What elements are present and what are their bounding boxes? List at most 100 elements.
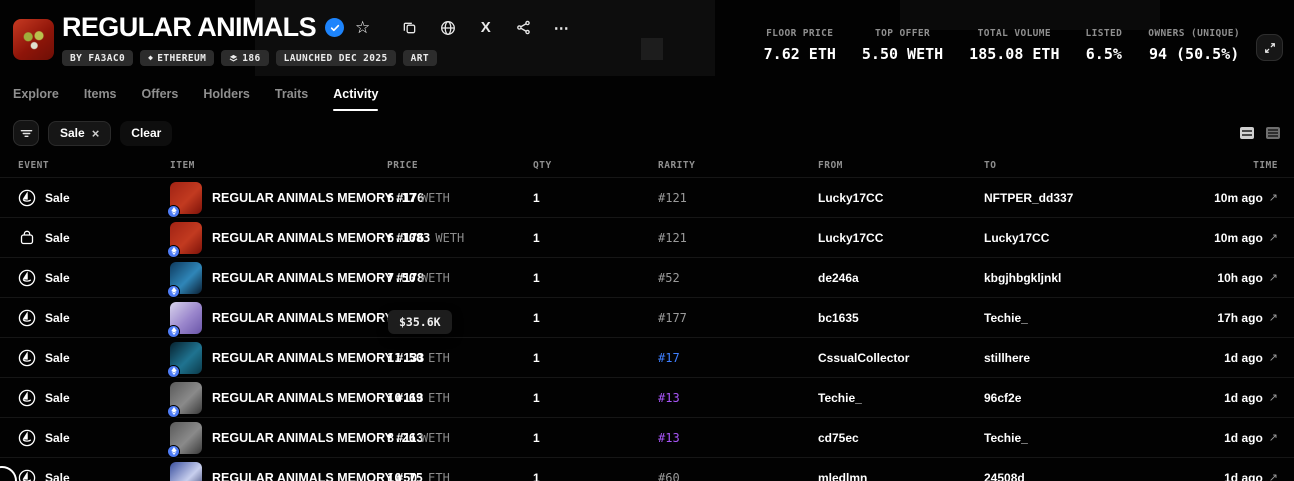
- filter-chip-sale[interactable]: Sale ×: [48, 121, 111, 146]
- external-link-icon: ↗: [1269, 311, 1278, 324]
- filter-bar: Sale × Clear: [0, 120, 1294, 146]
- to-account-link[interactable]: stillhere: [984, 351, 1160, 365]
- to-account-link[interactable]: Lucky17CC: [984, 231, 1160, 245]
- table-row[interactable]: Sale REGULAR ANIMALS MEMORY #113 10.69ET…: [0, 377, 1294, 417]
- price-value: 8.26: [387, 431, 416, 445]
- launched-badge[interactable]: LAUNCHED DEC 2025: [276, 50, 396, 66]
- item-thumbnail: [170, 262, 202, 294]
- ethereum-icon: ◆: [148, 54, 153, 62]
- chain-badge[interactable]: ◆ ETHEREUM: [140, 50, 214, 66]
- rarity-value: #60: [658, 471, 680, 481]
- price-value: 6.17: [387, 191, 416, 205]
- event-type-label: Sale: [45, 431, 70, 445]
- time-value: 1d ago: [1224, 471, 1263, 481]
- item-thumbnail: [170, 382, 202, 414]
- compact-view-toggle-icon[interactable]: [1264, 125, 1281, 142]
- stat-top-offer: TOP OFFER 5.50 WETH: [862, 28, 943, 63]
- x-twitter-icon[interactable]: X: [477, 19, 494, 36]
- table-row[interactable]: Sale REGULAR ANIMALS MEMORY #113 8.26 WET…: [0, 417, 1294, 457]
- event-type-label: Sale: [45, 191, 70, 205]
- from-account-link[interactable]: Techie_: [818, 391, 984, 405]
- collection-stats: FLOOR PRICE 7.62 ETH TOP OFFER 5.50 WETH…: [764, 28, 1240, 63]
- tab-items[interactable]: Items: [84, 87, 117, 109]
- watchlist-star-icon[interactable]: ☆: [355, 19, 370, 36]
- transaction-link[interactable]: 17h ago↗: [1160, 311, 1278, 325]
- supply-badge[interactable]: 186: [221, 50, 268, 66]
- tab-offers[interactable]: Offers: [142, 87, 179, 109]
- item-link[interactable]: REGULAR ANIMALS MEMORY #178: [170, 262, 387, 294]
- collection-avatar: [13, 19, 54, 60]
- from-account-link[interactable]: mledlmn: [818, 471, 984, 481]
- to-account-link[interactable]: Techie_: [984, 431, 1160, 445]
- to-account-link[interactable]: NFTPER_dd337: [984, 191, 1160, 205]
- sale-ship-icon: [18, 189, 36, 207]
- rarity-value: #13: [658, 431, 680, 445]
- tab-holders[interactable]: Holders: [203, 87, 250, 109]
- row-view-toggle-icon[interactable]: [1238, 125, 1255, 142]
- table-row[interactable]: Sale REGULAR ANIMALS MEMORY #133 11.50ET…: [0, 337, 1294, 377]
- price-value: 11.50: [387, 351, 423, 365]
- column-header-time: TIME: [1160, 160, 1278, 171]
- from-account-link[interactable]: Lucky17CC: [818, 191, 984, 205]
- transaction-link[interactable]: 10m ago↗: [1160, 231, 1278, 245]
- price-currency: WETH: [421, 431, 450, 445]
- from-account-link[interactable]: de246a: [818, 271, 984, 285]
- item-link[interactable]: REGULAR ANIMALS MEMORY #133: [170, 342, 387, 374]
- transaction-link[interactable]: 1d ago↗: [1160, 351, 1278, 365]
- price-currency: ETH: [428, 391, 450, 405]
- item-thumbnail: [170, 342, 202, 374]
- tab-activity[interactable]: Activity: [333, 87, 378, 109]
- item-link[interactable]: REGULAR ANIMALS MEMORY #39: [170, 302, 387, 334]
- transaction-link[interactable]: 1d ago↗: [1160, 391, 1278, 405]
- copy-icon[interactable]: [401, 19, 418, 36]
- event-type-label: Sale: [45, 231, 70, 245]
- creator-badge[interactable]: BY FA3AC0: [62, 50, 133, 66]
- website-globe-icon[interactable]: [439, 19, 456, 36]
- quantity-value: 1: [533, 391, 658, 405]
- column-header-price: PRICE: [387, 160, 533, 171]
- category-badge[interactable]: ART: [403, 50, 437, 66]
- from-account-link[interactable]: cd75ec: [818, 431, 984, 445]
- quantity-value: 1: [533, 271, 658, 285]
- external-link-icon: ↗: [1269, 471, 1278, 481]
- stat-label: FLOOR PRICE: [764, 28, 836, 39]
- column-header-item: ITEM: [170, 160, 387, 171]
- from-account-link[interactable]: Lucky17CC: [818, 231, 984, 245]
- item-link[interactable]: REGULAR ANIMALS MEMORY #113: [170, 422, 387, 454]
- to-account-link[interactable]: 24508d: [984, 471, 1160, 481]
- to-account-link[interactable]: 96cf2e: [984, 391, 1160, 405]
- item-link[interactable]: REGULAR ANIMALS MEMORY #176: [170, 222, 387, 254]
- transaction-link[interactable]: 10h ago↗: [1160, 271, 1278, 285]
- stat-label: OWNERS (UNIQUE): [1148, 28, 1240, 39]
- stat-value: 7.62 ETH: [764, 45, 836, 63]
- column-header-qty: QTY: [533, 160, 658, 171]
- remove-filter-icon[interactable]: ×: [92, 126, 100, 141]
- event-type-label: Sale: [45, 471, 70, 481]
- tab-traits[interactable]: Traits: [275, 87, 308, 109]
- table-row[interactable]: Sale REGULAR ANIMALS MEMORY #39 8.30WETH…: [0, 297, 1294, 337]
- from-account-link[interactable]: CssualCollector: [818, 351, 984, 365]
- transaction-link[interactable]: 1d ago ↗: [1160, 471, 1278, 481]
- table-row[interactable]: Sale REGULAR ANIMALS MEMORY #176 6.17WET…: [0, 177, 1294, 217]
- quantity-value: 1: [533, 471, 658, 481]
- to-account-link[interactable]: kbgjhbgkljnkl: [984, 271, 1160, 285]
- table-row[interactable]: Sale REGULAR ANIMALS MEMORY #50 10.75ETH…: [0, 457, 1294, 481]
- expand-stats-button[interactable]: [1256, 34, 1283, 61]
- filter-button[interactable]: [13, 120, 39, 146]
- share-icon[interactable]: [515, 19, 532, 36]
- clear-filters-button[interactable]: Clear: [120, 121, 172, 146]
- item-link[interactable]: REGULAR ANIMALS MEMORY #113: [170, 382, 387, 414]
- rarity-value: #52: [658, 271, 680, 285]
- item-link[interactable]: REGULAR ANIMALS MEMORY #50: [170, 462, 387, 481]
- transaction-link[interactable]: 10m ago↗: [1160, 191, 1278, 205]
- transaction-link[interactable]: 1d ago↗: [1160, 431, 1278, 445]
- table-row[interactable]: Sale REGULAR ANIMALS MEMORY #178 7.50WET…: [0, 257, 1294, 297]
- tab-explore[interactable]: Explore: [13, 87, 59, 109]
- table-row[interactable]: Sale REGULAR ANIMALS MEMORY #176 6.1083W…: [0, 217, 1294, 257]
- stat-label: TOP OFFER: [862, 28, 943, 39]
- ethereum-badge-icon: [167, 445, 180, 458]
- from-account-link[interactable]: bc1635: [818, 311, 984, 325]
- more-options-icon[interactable]: ⋯: [553, 19, 570, 36]
- to-account-link[interactable]: Techie_: [984, 311, 1160, 325]
- item-link[interactable]: REGULAR ANIMALS MEMORY #176: [170, 182, 387, 214]
